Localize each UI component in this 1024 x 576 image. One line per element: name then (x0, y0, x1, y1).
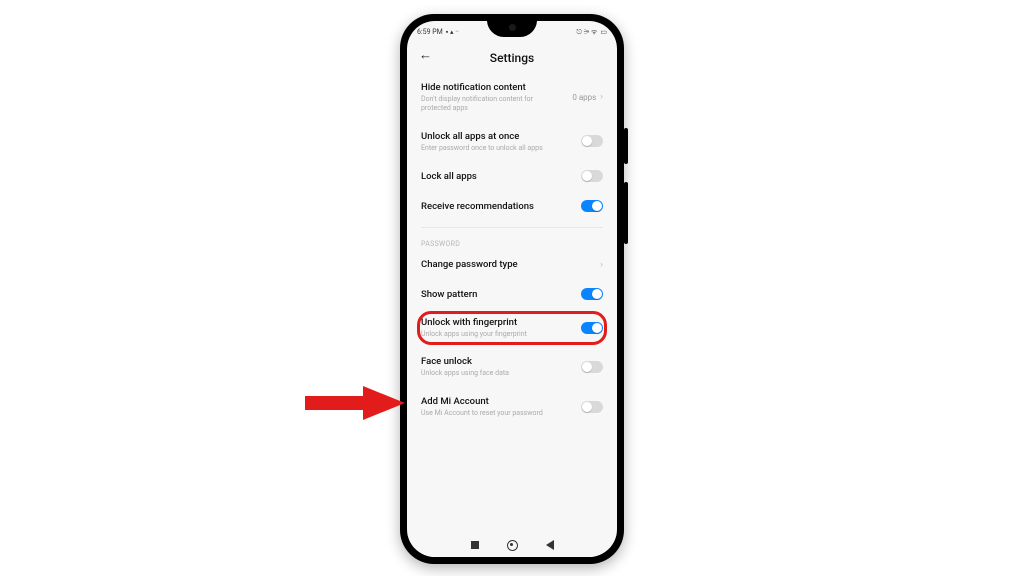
row-unlock-all-apps[interactable]: Unlock all apps at once Enter password o… (421, 122, 603, 162)
status-left-icons: ▪ ▴ ·· (446, 28, 459, 36)
row-label: Unlock with fingerprint (421, 317, 573, 328)
phone-frame: 6:59 PM ▪ ▴ ·· ⎋ ⚞ ᯤ ▭ ← Settings Hide n… (400, 14, 624, 564)
annotation-arrow (305, 378, 405, 428)
battery-icon: ▭ (600, 28, 607, 36)
row-label: Change password type (421, 259, 592, 270)
row-hide-notification-content[interactable]: Hide notification content Don't display … (421, 73, 603, 122)
toggle-show-pattern[interactable] (581, 288, 603, 300)
page-title: Settings (490, 51, 534, 65)
divider (421, 227, 603, 228)
home-icon[interactable] (507, 540, 518, 551)
recents-icon[interactable] (471, 541, 479, 549)
chevron-right-icon: › (600, 92, 603, 102)
android-nav-bar (407, 533, 617, 557)
toggle-add-mi-account[interactable] (581, 401, 603, 413)
row-label: Add Mi Account (421, 396, 573, 407)
row-count: 0 apps (572, 93, 596, 102)
row-subtitle: Enter password once to unlock all apps (421, 144, 573, 153)
chevron-right-icon: › (600, 260, 603, 270)
row-label: Receive recommendations (421, 201, 573, 212)
row-lock-all-apps[interactable]: Lock all apps (421, 161, 603, 191)
back-icon[interactable] (546, 540, 554, 550)
toggle-receive-recommendations[interactable] (581, 200, 603, 212)
back-button[interactable]: ← (419, 49, 432, 62)
toggle-unlock-all-apps[interactable] (581, 135, 603, 147)
row-face-unlock[interactable]: Face unlock Unlock apps using face data (421, 347, 603, 387)
row-subtitle: Don't display notification content for p… (421, 95, 564, 113)
toggle-unlock-with-fingerprint[interactable] (581, 322, 603, 334)
toggle-lock-all-apps[interactable] (581, 170, 603, 182)
row-label: Unlock all apps at once (421, 131, 573, 142)
row-label: Show pattern (421, 289, 573, 300)
row-receive-recommendations[interactable]: Receive recommendations (421, 191, 603, 221)
row-label: Hide notification content (421, 82, 564, 93)
row-add-mi-account[interactable]: Add Mi Account Use Mi Account to reset y… (421, 387, 603, 427)
phone-side-button (624, 182, 628, 244)
row-change-password-type[interactable]: Change password type › (421, 250, 603, 279)
phone-side-button (624, 128, 628, 164)
row-unlock-with-fingerprint[interactable]: Unlock with fingerprint Unlock apps usin… (421, 309, 603, 347)
status-right-icons: ⎋ ⚞ ᯤ (576, 28, 597, 37)
app-header: ← Settings (407, 43, 617, 73)
status-time: 6:59 PM (417, 28, 443, 36)
row-subtitle: Unlock apps using your fingerprint (421, 330, 573, 339)
row-subtitle: Use Mi Account to reset your password (421, 409, 573, 418)
row-show-pattern[interactable]: Show pattern (421, 279, 603, 309)
row-subtitle: Unlock apps using face data (421, 369, 573, 378)
row-label: Face unlock (421, 356, 573, 367)
section-header-password: PASSWORD (421, 230, 603, 250)
toggle-face-unlock[interactable] (581, 361, 603, 373)
row-label: Lock all apps (421, 171, 573, 182)
